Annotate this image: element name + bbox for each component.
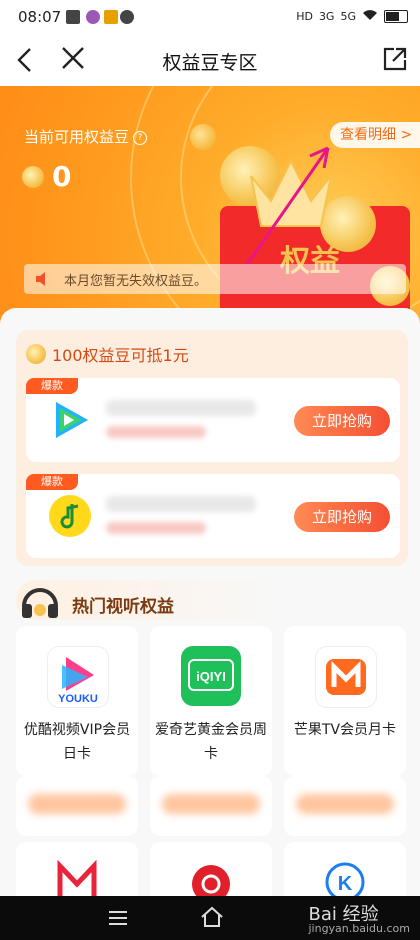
product-tile-youku[interactable]: YOUKU 优酷视频VIP会员日卡	[16, 626, 138, 776]
view-details-button[interactable]: 查看明细 >	[330, 122, 420, 148]
headphones-icon	[22, 588, 58, 618]
product-name-blurred	[106, 400, 256, 416]
promo-section: 100权益豆可抵1元 爆款 立即抢购 爆款 立即抢购	[16, 330, 408, 566]
points-banner: 当前可用权益豆? 0 权益 查看明细 > 本月您暂无失效权益豆。	[0, 86, 420, 346]
battery-icon	[384, 10, 408, 23]
price-blurred	[162, 794, 260, 814]
youku-icon: YOUKU	[47, 646, 109, 708]
coin-icon	[26, 344, 46, 364]
product-tile-iqiyi[interactable]: iQIYI 爱奇艺黄金会员周卡	[150, 626, 272, 776]
product-tile[interactable]	[150, 842, 272, 902]
qq-music-icon	[49, 495, 91, 537]
product-tile[interactable]	[16, 842, 138, 902]
promo-card[interactable]: 爆款 立即抢购	[26, 378, 400, 462]
svg-text:K: K	[338, 873, 353, 895]
mangotv-icon	[315, 646, 377, 708]
notice-text: 本月您暂无失效权益豆。	[64, 274, 208, 289]
price-blurred	[28, 794, 126, 814]
tile-price-row	[150, 776, 272, 836]
tile-name: 优酷视频VIP会员日卡	[23, 722, 131, 762]
tile-name: 芒果TV会员月卡	[293, 722, 397, 738]
product-name-blurred	[106, 496, 256, 512]
chat-icon	[120, 10, 134, 24]
gallery-icon	[66, 10, 80, 24]
points-label: 当前可用权益豆?	[24, 126, 148, 147]
status-bar: 08:07 HD 3G 5G	[0, 0, 420, 36]
speaker-icon	[36, 272, 45, 286]
hot-badge: 爆款	[26, 474, 78, 490]
svg-text:iQIYI: iQIYI	[196, 669, 226, 684]
app-icon	[104, 10, 118, 24]
network-hd-label: HD	[296, 10, 313, 23]
product-price-blurred	[106, 522, 206, 534]
watermark: Bai 经验 jingyan.baidu.com	[308, 904, 410, 935]
buy-now-button[interactable]: 立即抢购	[294, 406, 390, 436]
coin-decor	[190, 124, 216, 150]
app-icon	[86, 10, 100, 24]
annotation-arrow	[244, 146, 330, 267]
kugou-icon: K	[325, 862, 365, 900]
expire-notice: 本月您暂无失效权益豆。	[24, 264, 406, 294]
network-3g-label: 3G	[318, 10, 335, 23]
promo-card[interactable]: 爆款 立即抢购	[26, 474, 400, 558]
wifi-icon	[362, 9, 378, 24]
product-tile-mangotv[interactable]: 芒果TV会员月卡	[284, 626, 406, 776]
menu-icon[interactable]	[108, 910, 128, 926]
product-tile[interactable]: K	[284, 842, 406, 902]
netease-music-icon	[192, 865, 230, 900]
share-icon[interactable]	[382, 46, 408, 72]
section-title: 热门视听权益	[72, 597, 174, 617]
top-nav: 权益豆专区	[0, 36, 420, 86]
home-icon[interactable]	[200, 906, 224, 928]
help-icon[interactable]: ?	[133, 131, 148, 145]
coin-icon	[22, 166, 44, 188]
tile-price-row	[284, 776, 406, 836]
tencent-video-icon	[56, 402, 88, 438]
points-value: 0	[52, 160, 72, 193]
price-blurred	[296, 794, 394, 814]
svg-text:YOUKU: YOUKU	[58, 693, 98, 705]
page-title: 权益豆专区	[162, 52, 258, 74]
hot-badge: 爆款	[26, 378, 78, 394]
promo-title: 100权益豆可抵1元	[52, 346, 189, 365]
iqiyi-icon: iQIYI	[181, 646, 241, 706]
network-5g-label: 5G	[340, 10, 356, 23]
product-price-blurred	[106, 426, 206, 438]
migu-icon	[57, 860, 97, 898]
tile-name: 爱奇艺黄金会员周卡	[155, 722, 267, 762]
status-time: 08:07	[18, 8, 62, 26]
tile-price-row	[16, 776, 138, 836]
status-indicators: HD 3G 5G	[296, 9, 408, 24]
buy-now-button[interactable]: 立即抢购	[294, 502, 390, 532]
